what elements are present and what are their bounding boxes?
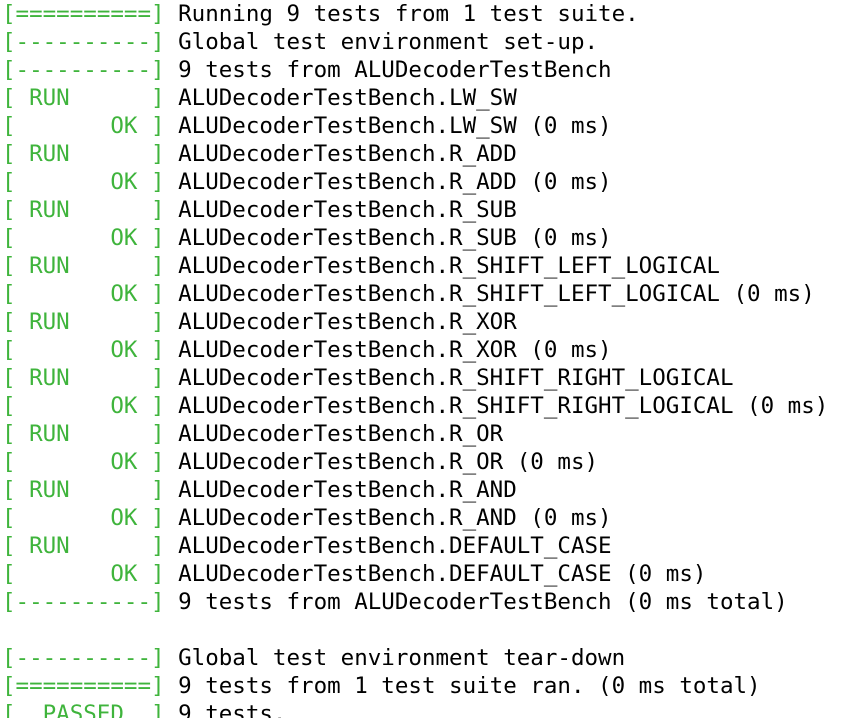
terminal-line: [ RUN ] ALUDecoderTestBench.R_ADD: [2, 140, 858, 168]
test-message: Global test environment tear-down: [164, 645, 626, 671]
test-status-tag: [ OK ]: [2, 505, 165, 531]
test-status-tag: [==========]: [2, 1, 165, 27]
terminal-line: [ OK ] ALUDecoderTestBench.LW_SW (0 ms): [2, 112, 858, 140]
terminal-line: [==========] 9 tests from 1 test suite r…: [2, 672, 858, 700]
test-status-tag: [ RUN ]: [2, 421, 165, 447]
test-message: Running 9 tests from 1 test suite.: [164, 1, 639, 27]
terminal-line: [ RUN ] ALUDecoderTestBench.R_SHIFT_RIGH…: [2, 364, 858, 392]
terminal-line: [ RUN ] ALUDecoderTestBench.LW_SW: [2, 84, 858, 112]
test-status-tag: [----------]: [2, 57, 165, 83]
test-status-tag: [----------]: [2, 589, 165, 615]
terminal-line: [----------] 9 tests from ALUDecoderTest…: [2, 56, 858, 84]
terminal-line: [ OK ] ALUDecoderTestBench.R_ADD (0 ms): [2, 168, 858, 196]
test-message: ALUDecoderTestBench.R_AND (0 ms): [164, 505, 612, 531]
terminal-line: [ OK ] ALUDecoderTestBench.R_SHIFT_RIGHT…: [2, 392, 858, 420]
test-status-tag: [ PASSED ]: [2, 701, 165, 718]
test-message: ALUDecoderTestBench.DEFAULT_CASE (0 ms): [164, 561, 707, 587]
terminal-line: [ OK ] ALUDecoderTestBench.DEFAULT_CASE …: [2, 560, 858, 588]
test-status-tag: [ RUN ]: [2, 309, 165, 335]
terminal-line: [----------] Global test environment tea…: [2, 644, 858, 672]
test-status-tag: [ RUN ]: [2, 141, 165, 167]
terminal-line: [ PASSED ] 9 tests.: [2, 700, 858, 718]
test-message: ALUDecoderTestBench.R_SUB (0 ms): [164, 225, 612, 251]
test-status-tag: [ RUN ]: [2, 533, 165, 559]
test-status-tag: [ OK ]: [2, 225, 165, 251]
test-message: ALUDecoderTestBench.R_XOR (0 ms): [164, 337, 612, 363]
terminal-line: [ RUN ] ALUDecoderTestBench.R_SUB: [2, 196, 858, 224]
test-message: ALUDecoderTestBench.R_ADD (0 ms): [164, 169, 612, 195]
test-message: ALUDecoderTestBench.R_OR (0 ms): [164, 449, 599, 475]
test-message: ALUDecoderTestBench.R_SHIFT_RIGHT_LOGICA…: [164, 365, 734, 391]
terminal-line: [ OK ] ALUDecoderTestBench.R_SHIFT_LEFT_…: [2, 280, 858, 308]
terminal-line: [----------] Global test environment set…: [2, 28, 858, 56]
test-status-tag: [ OK ]: [2, 281, 165, 307]
terminal-line: [----------] 9 tests from ALUDecoderTest…: [2, 588, 858, 616]
test-message: ALUDecoderTestBench.LW_SW (0 ms): [164, 113, 612, 139]
test-status-tag: [ OK ]: [2, 337, 165, 363]
test-message: 9 tests.: [164, 701, 287, 718]
terminal-line: [ OK ] ALUDecoderTestBench.R_SUB (0 ms): [2, 224, 858, 252]
test-status-tag: [ OK ]: [2, 561, 165, 587]
test-message: Global test environment set-up.: [164, 29, 599, 55]
test-status-tag: [==========]: [2, 673, 165, 699]
test-status-tag: [ OK ]: [2, 113, 165, 139]
terminal-output[interactable]: [==========] Running 9 tests from 1 test…: [0, 0, 858, 718]
terminal-line: [ RUN ] ALUDecoderTestBench.R_XOR: [2, 308, 858, 336]
test-status-tag: [ RUN ]: [2, 477, 165, 503]
test-status-tag: [ RUN ]: [2, 197, 165, 223]
terminal-line: [ RUN ] ALUDecoderTestBench.R_OR: [2, 420, 858, 448]
test-message: ALUDecoderTestBench.R_XOR: [164, 309, 517, 335]
test-status-tag: [ OK ]: [2, 393, 165, 419]
test-message: ALUDecoderTestBench.DEFAULT_CASE: [164, 533, 612, 559]
test-message: ALUDecoderTestBench.R_AND: [164, 477, 517, 503]
terminal-line: [==========] Running 9 tests from 1 test…: [2, 0, 858, 28]
test-status-tag: [ RUN ]: [2, 85, 165, 111]
test-message: ALUDecoderTestBench.R_ADD: [164, 141, 517, 167]
test-message: 9 tests from ALUDecoderTestBench (0 ms t…: [164, 589, 788, 615]
test-status-tag: [----------]: [2, 645, 165, 671]
terminal-line: [ RUN ] ALUDecoderTestBench.R_SHIFT_LEFT…: [2, 252, 858, 280]
test-message: ALUDecoderTestBench.R_OR: [164, 421, 504, 447]
test-status-tag: [ OK ]: [2, 449, 165, 475]
test-message: ALUDecoderTestBench.LW_SW: [164, 85, 517, 111]
terminal-line: [ OK ] ALUDecoderTestBench.R_XOR (0 ms): [2, 336, 858, 364]
test-message: ALUDecoderTestBench.R_SUB: [164, 197, 517, 223]
test-message: ALUDecoderTestBench.R_SHIFT_RIGHT_LOGICA…: [164, 393, 829, 419]
test-message: ALUDecoderTestBench.R_SHIFT_LEFT_LOGICAL: [164, 253, 720, 279]
test-status-tag: [----------]: [2, 29, 165, 55]
test-message: 9 tests from ALUDecoderTestBench: [164, 57, 612, 83]
terminal-line: [ OK ] ALUDecoderTestBench.R_AND (0 ms): [2, 504, 858, 532]
test-status-tag: [ OK ]: [2, 169, 165, 195]
test-message: 9 tests from 1 test suite ran. (0 ms tot…: [164, 673, 761, 699]
terminal-line: [ OK ] ALUDecoderTestBench.R_OR (0 ms): [2, 448, 858, 476]
terminal-line: [ RUN ] ALUDecoderTestBench.R_AND: [2, 476, 858, 504]
test-status-tag: [ RUN ]: [2, 253, 165, 279]
test-status-tag: [ RUN ]: [2, 365, 165, 391]
terminal-line: [ RUN ] ALUDecoderTestBench.DEFAULT_CASE: [2, 532, 858, 560]
test-message: ALUDecoderTestBench.R_SHIFT_LEFT_LOGICAL…: [164, 281, 815, 307]
